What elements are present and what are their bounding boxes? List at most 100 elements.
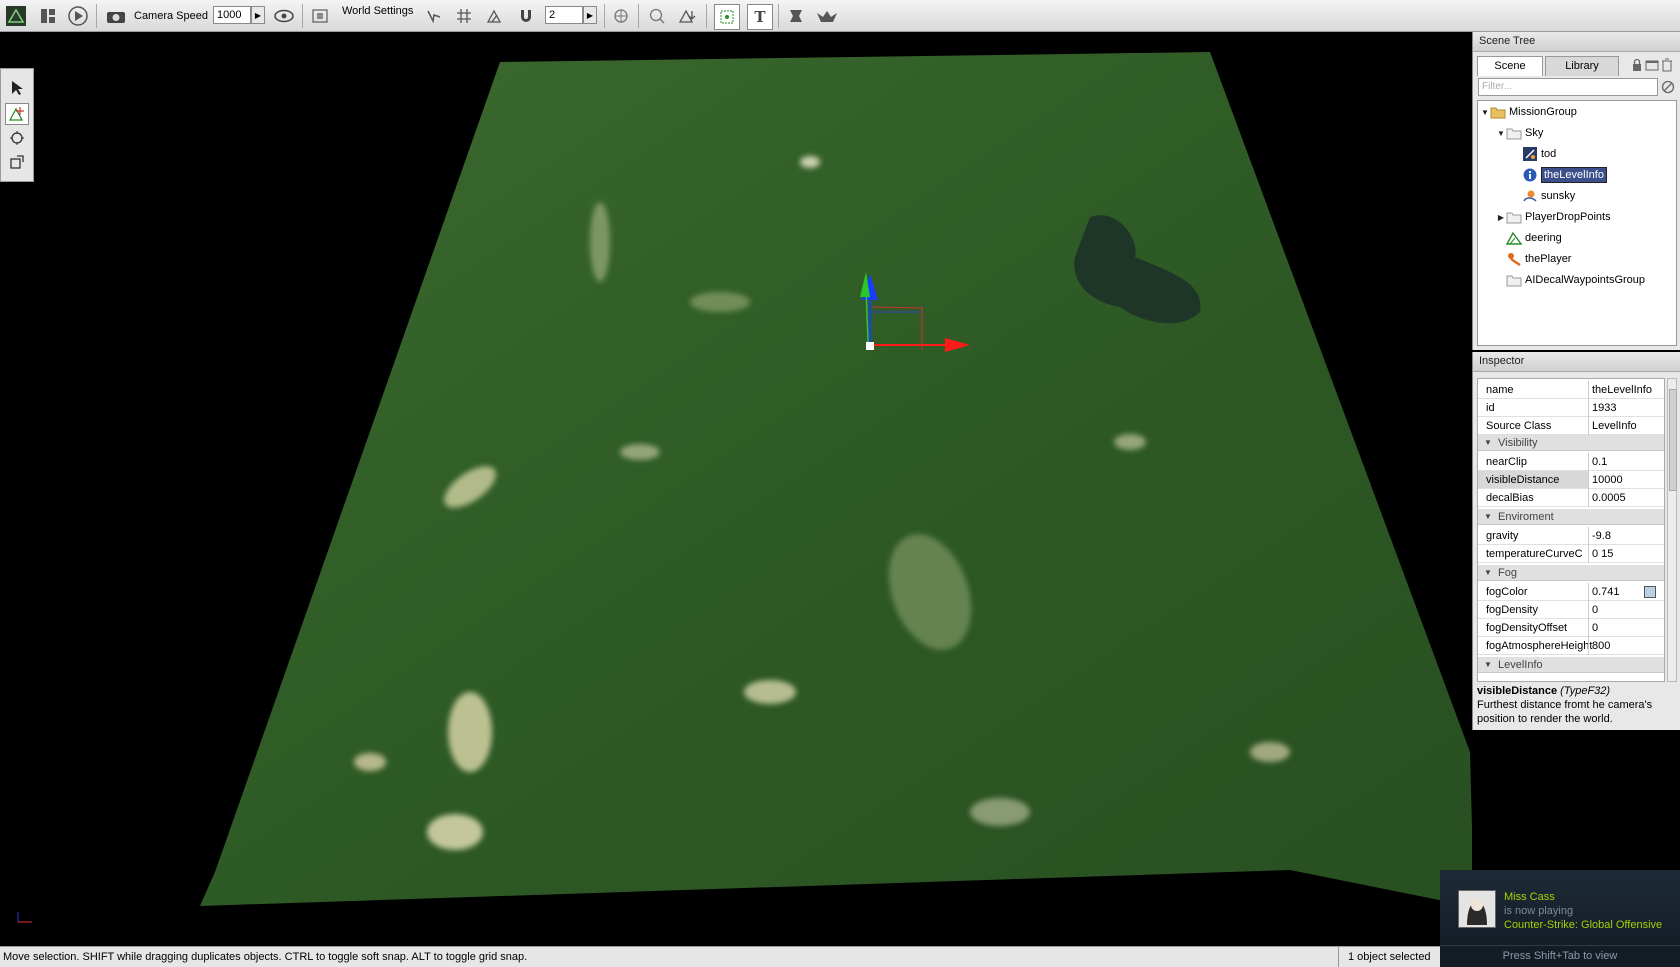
camera-icon[interactable]: [104, 4, 128, 28]
eye-icon[interactable]: [272, 4, 296, 28]
prop-row-gravity[interactable]: gravity -9.8: [1478, 527, 1664, 545]
tree-item-missiongroup[interactable]: ▼ MissionGroup: [1480, 103, 1577, 121]
tree-item-deering[interactable]: deering: [1506, 229, 1562, 247]
prop-row-source-class[interactable]: Source Class LevelInfo: [1478, 417, 1664, 435]
terrain-mesh: [200, 52, 1472, 907]
steam-notification[interactable]: Miss Cass is now playing Counter-Strike:…: [1440, 870, 1680, 967]
terrain-view[interactable]: [0, 32, 1472, 946]
group-environment[interactable]: ▼ Enviroment: [1478, 509, 1664, 525]
world-settings-label[interactable]: World Settings: [342, 3, 413, 19]
collapse-arrow-icon[interactable]: ▼: [1484, 660, 1492, 669]
tree-item-aidecalwaypointsgroup[interactable]: AIDecalWaypointsGroup: [1506, 271, 1645, 289]
prop-value[interactable]: 0.0005: [1592, 492, 1626, 504]
play-icon[interactable]: [66, 4, 90, 28]
snap-value-input[interactable]: 2: [545, 6, 583, 24]
scene-tree-panel: Scene Tree Scene Library Filter... ▼ Mis…: [1472, 32, 1680, 350]
collapse-arrow-icon[interactable]: ▼: [1484, 438, 1492, 447]
grid-snap-icon[interactable]: [452, 4, 476, 28]
prop-key: name: [1486, 384, 1514, 396]
terrain-snap-icon[interactable]: [483, 4, 507, 28]
gear-paint-icon[interactable]: [784, 4, 808, 28]
prop-row-id[interactable]: id 1933: [1478, 399, 1664, 417]
collapse-arrow-icon[interactable]: ▼: [1496, 129, 1506, 138]
prop-key: Source Class: [1486, 420, 1552, 432]
prop-key: fogAtmosphereHeight: [1486, 640, 1593, 652]
lock-icon[interactable]: [1631, 58, 1643, 75]
screenshot-icon[interactable]: [308, 4, 332, 28]
tree-item-theplayer[interactable]: thePlayer: [1506, 250, 1571, 268]
tree-item-tod[interactable]: tod: [1522, 145, 1556, 163]
notification-footer: Press Shift+Tab to view: [1502, 950, 1618, 962]
notification-user: Miss Cass: [1504, 891, 1555, 903]
info-icon: [1522, 168, 1538, 182]
filter-input[interactable]: Filter...: [1478, 78, 1658, 96]
prop-row-decalbias[interactable]: decalBias 0.0005: [1478, 489, 1664, 507]
group-visibility[interactable]: ▼ Visibility: [1478, 435, 1664, 451]
snap-value-arrow-icon[interactable]: ▶: [583, 6, 597, 24]
prop-row-temperaturecurve[interactable]: temperatureCurveC 0 15: [1478, 545, 1664, 563]
new-window-icon[interactable]: [1645, 59, 1659, 74]
prop-value[interactable]: 0 15: [1592, 548, 1613, 560]
group-fog[interactable]: ▼ Fog: [1478, 565, 1664, 581]
rotate-tool-icon[interactable]: [5, 127, 29, 149]
scene-tree-list: ▼ MissionGroup ▼ Sky tod theLevelInfo su…: [1477, 100, 1677, 346]
editor-logo-icon[interactable]: [4, 4, 28, 28]
prop-value[interactable]: 0.1: [1592, 456, 1607, 468]
select-mode-icon[interactable]: [714, 4, 740, 30]
status-bar: Move selection. SHIFT while dragging dup…: [0, 946, 1680, 967]
tree-item-sunsky[interactable]: sunsky: [1522, 187, 1575, 205]
collapse-arrow-icon[interactable]: ▼: [1480, 108, 1490, 117]
tree-item-label: AIDecalWaypointsGroup: [1525, 274, 1646, 286]
sun-icon: [1522, 189, 1538, 203]
prop-value[interactable]: theLevelInfo: [1592, 384, 1652, 396]
trash-icon[interactable]: [1661, 58, 1673, 75]
zoom-icon[interactable]: [645, 4, 669, 28]
prop-row-nearclip[interactable]: nearClip 0.1: [1478, 453, 1664, 471]
tree-item-thelevelinfo[interactable]: theLevelInfo: [1522, 166, 1607, 184]
scroll-thumb[interactable]: [1669, 389, 1677, 491]
collapse-arrow-icon[interactable]: ▼: [1484, 568, 1492, 577]
camera-speed-arrow-icon[interactable]: ▶: [251, 6, 265, 24]
group-label: Enviroment: [1498, 511, 1554, 523]
prop-value[interactable]: 0: [1592, 622, 1598, 634]
tab-scene[interactable]: Scene: [1477, 56, 1543, 76]
move-tool-icon[interactable]: [5, 103, 29, 125]
terrain-drop-icon[interactable]: [676, 4, 700, 28]
layout-icon[interactable]: [36, 4, 60, 28]
prop-key: fogDensity: [1486, 604, 1538, 616]
prop-value[interactable]: 0.741: [1592, 586, 1620, 598]
expand-arrow-icon[interactable]: ▶: [1496, 213, 1506, 222]
prop-value[interactable]: -9.8: [1592, 530, 1611, 542]
bird-icon[interactable]: [815, 4, 839, 28]
camera-speed-input[interactable]: 1000: [213, 6, 251, 24]
inspector-scrollbar[interactable]: [1667, 378, 1677, 682]
prop-value[interactable]: 800: [1592, 640, 1610, 652]
3d-viewport[interactable]: [0, 32, 1472, 946]
prop-value[interactable]: 10000: [1592, 474, 1623, 486]
prop-row-fogcolor[interactable]: fogColor 0.741: [1478, 583, 1664, 601]
clear-filter-icon[interactable]: [1661, 80, 1675, 97]
magnet-icon[interactable]: [514, 4, 538, 28]
collapse-arrow-icon[interactable]: ▼: [1484, 512, 1492, 521]
tree-item-playerdroppoints[interactable]: ▶ PlayerDropPoints: [1496, 208, 1611, 226]
group-levelinfo[interactable]: ▼ LevelInfo: [1478, 657, 1664, 673]
select-arrow-icon[interactable]: [5, 77, 29, 99]
prop-row-name[interactable]: name theLevelInfo: [1478, 381, 1664, 399]
prop-row-fogatmosphereheight[interactable]: fogAtmosphereHeight 800: [1478, 637, 1664, 655]
tree-item-sky[interactable]: ▼ Sky: [1496, 124, 1543, 142]
prop-value: LevelInfo: [1592, 420, 1637, 432]
snap-rotate-icon[interactable]: [422, 4, 446, 28]
text-mode-icon[interactable]: T: [747, 4, 773, 30]
tab-library[interactable]: Library: [1545, 56, 1619, 76]
scale-tool-icon[interactable]: [5, 151, 29, 173]
tree-item-label: sunsky: [1541, 190, 1576, 202]
folder-icon: [1506, 210, 1522, 224]
prop-row-fogdensity[interactable]: fogDensity 0: [1478, 601, 1664, 619]
prop-value[interactable]: 0: [1592, 604, 1598, 616]
prop-row-visibledistance[interactable]: visibleDistance 10000: [1478, 471, 1664, 489]
color-swatch[interactable]: [1644, 586, 1656, 598]
prop-row-fogdensityoffset[interactable]: fogDensityOffset 0: [1478, 619, 1664, 637]
object-snap-icon[interactable]: [609, 4, 633, 28]
prop-key: fogColor: [1486, 586, 1528, 598]
description-title: visibleDistance: [1477, 685, 1558, 697]
